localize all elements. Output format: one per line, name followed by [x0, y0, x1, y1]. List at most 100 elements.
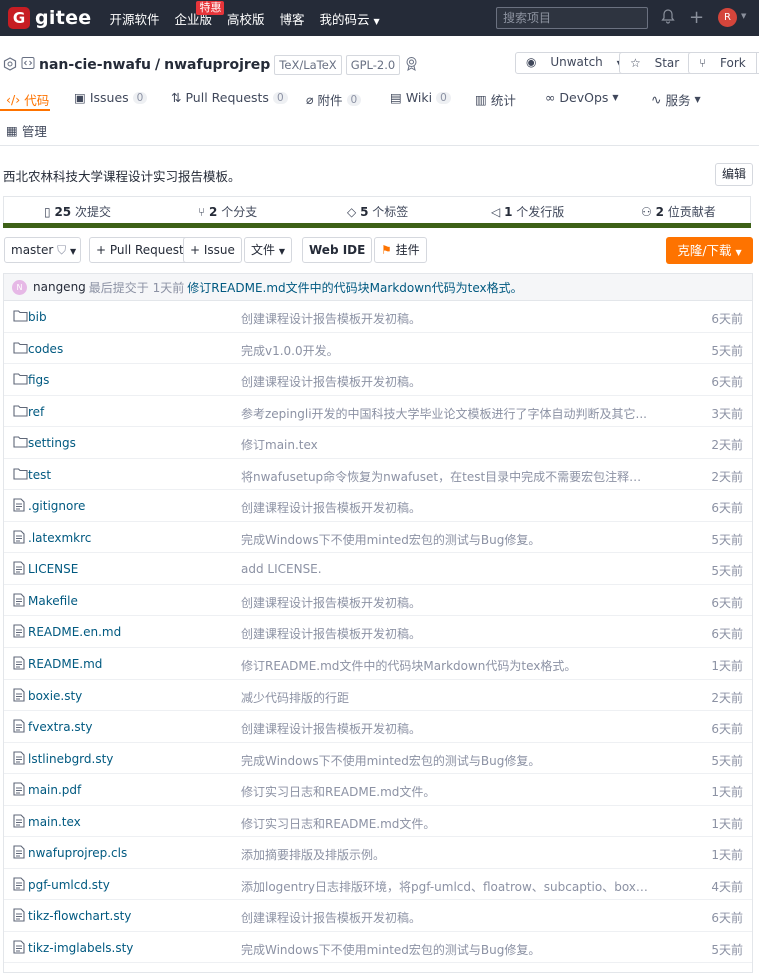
folder-icon	[13, 467, 28, 481]
stat-branches-num: 2	[209, 205, 218, 219]
file-commit-message[interactable]: 修订实习日志和README.md文件。	[241, 783, 651, 800]
branch-select[interactable]: master ⛉ ▼	[4, 237, 81, 263]
stat-commits-label: 次提交	[74, 205, 111, 219]
gitee-logo[interactable]: G gitee	[8, 7, 91, 29]
file-name-link[interactable]: pgf-umlcd.sty	[28, 878, 110, 892]
file-menu-button[interactable]: 文件 ▼	[244, 237, 292, 263]
file-commit-message[interactable]: 创建课程设计报告模板开发初稿。	[241, 594, 651, 611]
stat-commits[interactable]: ▯ 25 次提交	[44, 203, 111, 220]
file-name-link[interactable]: README.en.md	[28, 625, 121, 639]
file-commit-message[interactable]: 修订实习日志和README.md文件。	[241, 815, 651, 832]
new-issue-button[interactable]: + Issue	[183, 237, 242, 263]
file-name-link[interactable]: fvextra.sty	[28, 720, 92, 734]
file-commit-message[interactable]: 完成v1.0.0开发。	[241, 342, 651, 359]
folder-icon	[13, 309, 28, 323]
file-commit-message[interactable]: 添加logentry日志排版环境，将pgf-umlcd、floatrow、sub…	[241, 878, 651, 895]
edit-description-button[interactable]: 编辑	[715, 163, 753, 186]
fork-icon: ⑂	[699, 56, 707, 70]
file-name-link[interactable]: .gitignore	[28, 499, 85, 513]
file-name-link[interactable]: README.md	[28, 657, 102, 671]
file-commit-message[interactable]: 减少代码排版的行距	[241, 689, 651, 706]
file-commit-time: 2天前	[711, 469, 743, 484]
stat-branches[interactable]: ⑂ 2 个分支	[198, 203, 257, 220]
file-name-link[interactable]: lstlinebgrd.sty	[28, 752, 113, 766]
tab-pull-requests[interactable]: ⇅ Pull Requests 0	[171, 90, 288, 105]
file-name-link[interactable]: ref	[28, 405, 44, 419]
file-name-link[interactable]: main.pdf	[28, 783, 81, 797]
file-commit-message[interactable]: 完成Windows下不使用minted宏包的测试与Bug修复。	[241, 752, 651, 769]
stat-contributors[interactable]: ⚇ 2 位贡献者	[641, 203, 716, 220]
file-name-link[interactable]: codes	[28, 342, 63, 356]
tab-manage[interactable]: ▦ 管理	[6, 121, 47, 140]
web-ide-button[interactable]: Web IDE	[302, 237, 373, 263]
nav-enterprise[interactable]: 企业版 特惠	[174, 0, 225, 28]
file-name-link[interactable]: tikz-imglabels.sty	[28, 941, 133, 955]
chevron-down-icon: ▼	[70, 247, 77, 256]
file-commit-message[interactable]: 创建课程设计报告模板开发初稿。	[241, 310, 651, 327]
file-name-link[interactable]: boxie.sty	[28, 689, 82, 703]
file-commit-message[interactable]: 创建课程设计报告模板开发初稿。	[241, 720, 651, 737]
fork-button[interactable]: ⑂ Fork 8	[688, 52, 759, 74]
stat-releases[interactable]: ◁ 1 个发行版	[491, 203, 564, 220]
tab-attachments[interactable]: ⌀ 附件 0	[306, 90, 362, 109]
table-row: bib 创建课程设计报告模板开发初稿。 6天前	[4, 301, 752, 333]
file-commit-message[interactable]: 完成Windows下不使用minted宏包的测试与Bug修复。	[241, 941, 651, 958]
tab-code[interactable]: ‹/› 代码	[6, 90, 49, 109]
file-name-link[interactable]: test	[28, 468, 51, 482]
file-name-link[interactable]: nwafuprojrep.cls	[28, 846, 127, 860]
tab-stats[interactable]: ▥ 统计	[475, 90, 516, 109]
file-commit-message[interactable]: 添加摘要排版及排版示例。	[241, 846, 651, 863]
file-commit-message[interactable]: 创建课程设计报告模板开发初稿。	[241, 499, 651, 516]
file-name-link[interactable]: bib	[28, 310, 47, 324]
file-commit-time: 5天前	[711, 753, 743, 768]
plus-icon[interactable]: +	[689, 7, 704, 28]
file-name-link[interactable]: LICENSE	[28, 562, 78, 576]
file-commit-message[interactable]: add LICENSE.	[241, 562, 651, 576]
nav-blog[interactable]: 博客	[280, 9, 305, 28]
bell-icon[interactable]	[661, 9, 675, 28]
folder-icon	[13, 404, 28, 418]
file-name-link[interactable]: tikz-flowchart.sty	[28, 909, 131, 923]
fork-label: ⑂ Fork	[689, 53, 756, 73]
file-commit-message[interactable]: 参考zepingli开发的中国科技大学毕业论文模板进行了字体自动判断及其它...	[241, 405, 651, 422]
clone-download-button[interactable]: 克隆/下载 ▼	[666, 237, 753, 264]
stat-tags[interactable]: ◇ 5 个标签	[347, 203, 408, 220]
table-row: Makefile 创建课程设计报告模板开发初稿。 6天前	[4, 585, 752, 617]
nav-my-gitee[interactable]: 我的码云 ▼	[320, 9, 380, 28]
tab-services[interactable]: ∿ 服务 ▼	[651, 90, 701, 109]
committer-avatar[interactable]: N	[12, 279, 27, 295]
file-name-link[interactable]: main.tex	[28, 815, 81, 829]
commit-message-link[interactable]: 修订README.md文件中的代码块Markdown代码为tex格式。	[187, 279, 522, 296]
search-input[interactable]: 搜索项目	[496, 7, 648, 29]
user-avatar[interactable]: R	[718, 8, 737, 27]
tab-wiki[interactable]: ▤ Wiki 0	[390, 90, 451, 105]
file-commit-time: 4天前	[711, 879, 743, 894]
language-tag[interactable]: TeX/LaTeX	[274, 55, 342, 75]
folder-icon	[13, 372, 28, 386]
table-row: main.tex 修订实习日志和README.md文件。 1天前	[4, 806, 752, 838]
file-commit-time: 6天前	[711, 595, 743, 610]
tab-devops[interactable]: ∞ DevOps ▼	[545, 90, 619, 105]
file-commit-message[interactable]: 完成Windows下不使用minted宏包的测试与Bug修复。	[241, 531, 651, 548]
file-commit-message[interactable]: 将nwafusetup命令恢复为nwafuset，在test目录中完成不需要宏包…	[241, 468, 651, 485]
file-commit-message[interactable]: 创建课程设计报告模板开发初稿。	[241, 909, 651, 926]
file-commit-message[interactable]: 修订main.tex	[241, 436, 651, 453]
chevron-down-icon[interactable]: ▼	[741, 12, 746, 20]
repo-owner-link[interactable]: nan-cie-nwafu	[39, 57, 151, 73]
file-commit-message[interactable]: 创建课程设计报告模板开发初稿。	[241, 625, 651, 642]
tab-issues[interactable]: ▣ Issues 0	[74, 90, 148, 105]
license-tag[interactable]: GPL-2.0	[345, 55, 401, 75]
file-commit-message[interactable]: 修订README.md文件中的代码块Markdown代码为tex格式。	[241, 657, 651, 674]
mount-widget-button[interactable]: ⚑ 挂件	[374, 237, 427, 263]
nav-open-source[interactable]: 开源软件	[109, 9, 159, 28]
repo-name-link[interactable]: nwafuprojrep	[164, 57, 270, 73]
file-name-link[interactable]: .latexmkrc	[28, 531, 91, 545]
nav-education[interactable]: 高校版	[227, 9, 265, 28]
new-pull-request-button[interactable]: + Pull Request	[89, 237, 191, 263]
committer-name[interactable]: nangeng	[33, 280, 86, 294]
file-name-link[interactable]: Makefile	[28, 594, 78, 608]
file-name-link[interactable]: settings	[28, 436, 76, 450]
file-name-link[interactable]: figs	[28, 373, 49, 387]
file-commit-message[interactable]: 创建课程设计报告模板开发初稿。	[241, 373, 651, 390]
tab-stats-label: 统计	[490, 93, 516, 108]
